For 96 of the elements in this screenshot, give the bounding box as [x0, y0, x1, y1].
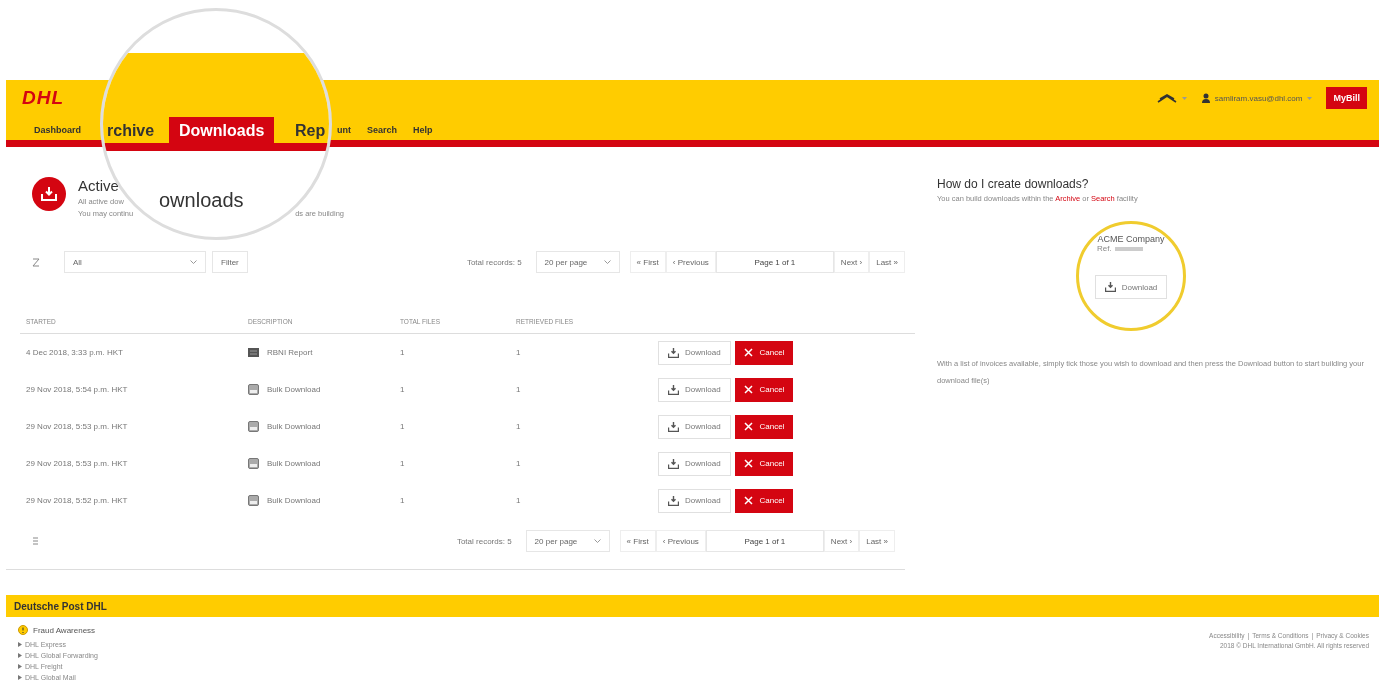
- download-button[interactable]: Download: [658, 488, 731, 513]
- retrieved-files-cell: 1: [510, 333, 652, 371]
- bullet-icon: [18, 675, 22, 680]
- started-cell-text: 29 Nov 2018, 5:53 p.m. HKT: [25, 458, 129, 470]
- retrieved-files-cell-text: 1: [515, 458, 522, 470]
- download-icon: [668, 495, 679, 506]
- nav-tab[interactable]: Downloads: [169, 117, 275, 145]
- retrieved-files-cell-text: 1: [515, 384, 522, 396]
- close-icon: [743, 459, 753, 468]
- cancel-button[interactable]: Cancel: [734, 488, 794, 513]
- page-field[interactable]: Page 1 of 1: [715, 251, 834, 273]
- archive-box-icon: [248, 384, 259, 395]
- previous-page-button[interactable]: ‹ Previous: [665, 251, 716, 273]
- user-email[interactable]: samliram.vasu@dhl.com: [1214, 93, 1303, 103]
- chevron-icon: [190, 260, 197, 264]
- cancel-button[interactable]: Cancel: [734, 340, 794, 365]
- list-icon[interactable]: [32, 537, 39, 545]
- total-files-cell-text: 1: [399, 495, 406, 507]
- caret-icon: [1307, 96, 1313, 100]
- description-cell: Bulk Download: [267, 422, 321, 431]
- started-cell-text: 29 Nov 2018, 5:54 p.m. HKT: [25, 384, 129, 396]
- download-icon: [668, 458, 679, 469]
- download-icon: [668, 421, 679, 432]
- archive-box-icon: [248, 458, 259, 469]
- description-cell: Bulk Download: [267, 385, 321, 394]
- nav-tab[interactable]: unt: [337, 125, 359, 140]
- help-title: How do I create downloads?: [937, 177, 1090, 191]
- last-page-button[interactable]: Last »: [859, 530, 895, 552]
- download-button[interactable]: Download: [658, 414, 731, 439]
- retrieved-files-cell-text: 1: [515, 495, 522, 507]
- total-files-cell-text: 1: [399, 458, 406, 470]
- nav-tab[interactable]: Help: [405, 125, 441, 140]
- download-icon: [668, 384, 679, 395]
- download-icon: [1104, 282, 1116, 292]
- description-cell: RBNI Report: [267, 348, 313, 357]
- chevron-icon: [593, 539, 601, 543]
- bullet-icon: [18, 664, 22, 669]
- total-files-cell-text: 1: [399, 384, 406, 396]
- close-icon: [743, 422, 753, 431]
- per-page-select[interactable]: 20 per page: [535, 251, 620, 273]
- total-files-cell-text: 1: [399, 421, 406, 433]
- started-cell-text: 29 Nov 2018, 5:53 p.m. HKT: [25, 421, 129, 433]
- download-icon: [668, 347, 679, 358]
- footer-brand: Deutsche Post DHL: [6, 595, 1379, 617]
- nav-tab[interactable]: Search: [359, 125, 406, 140]
- started-cell: 4 Dec 2018, 3:33 p.m. HKT: [20, 333, 242, 371]
- download-button[interactable]: Download: [658, 451, 731, 476]
- previous-page-button[interactable]: ‹ Previous: [655, 530, 706, 552]
- close-icon: [743, 385, 753, 394]
- per-page-select[interactable]: 20 per page: [525, 530, 610, 552]
- company-name: ACME Company: [1097, 234, 1165, 244]
- close-icon: [743, 348, 753, 357]
- description-cell: Bulk Download: [267, 459, 321, 468]
- nav-tab[interactable]: Rep: [285, 117, 329, 145]
- reference-label: Ref.: [1097, 244, 1112, 253]
- download-button[interactable]: Download: [658, 340, 731, 365]
- report-icon: [248, 348, 259, 357]
- warning-icon: [18, 625, 28, 635]
- chevron-icon: [603, 260, 611, 264]
- dhl-logo[interactable]: DHL: [22, 87, 65, 109]
- next-page-button[interactable]: Next ›: [823, 530, 860, 552]
- bullet-icon: [18, 653, 22, 658]
- wings-icon[interactable]: [1156, 93, 1177, 103]
- next-page-button[interactable]: Next ›: [833, 251, 870, 273]
- cancel-button[interactable]: Cancel: [734, 451, 794, 476]
- download-button[interactable]: Download: [1094, 275, 1168, 299]
- last-page-button[interactable]: Last »: [869, 251, 905, 273]
- fraud-awareness-link[interactable]: Fraud Awareness: [33, 625, 96, 635]
- archive-box-icon: [248, 421, 259, 432]
- cancel-button[interactable]: Cancel: [734, 414, 794, 439]
- description-cell: Bulk Download: [267, 496, 321, 505]
- filter-button[interactable]: Filter: [212, 251, 248, 273]
- archive-box-icon: [248, 495, 259, 506]
- download-button[interactable]: Download: [658, 377, 731, 402]
- page-title: ownloads: [159, 189, 244, 212]
- nav-tab[interactable]: Dashboard: [26, 125, 89, 140]
- download-badge-icon: [32, 177, 66, 211]
- cancel-button[interactable]: Cancel: [734, 377, 794, 402]
- sort-icon[interactable]: [32, 257, 40, 267]
- nav-tab[interactable]: rchive: [103, 117, 165, 145]
- blurred-reference: [1114, 246, 1143, 251]
- bullet-icon: [18, 642, 22, 647]
- first-page-button[interactable]: « First: [619, 530, 656, 552]
- started-cell-text: 29 Nov 2018, 5:52 p.m. HKT: [25, 495, 129, 507]
- mybill-button[interactable]: MyBill: [1326, 87, 1367, 109]
- close-icon: [743, 496, 753, 505]
- person-icon: [1201, 93, 1210, 103]
- page-field[interactable]: Page 1 of 1: [705, 530, 824, 552]
- total-files-cell: 1: [394, 333, 510, 371]
- caret-icon: [1181, 96, 1187, 100]
- first-page-button[interactable]: « First: [629, 251, 666, 273]
- filter-select[interactable]: All: [64, 251, 206, 273]
- total-records: Total records: 5: [456, 536, 512, 546]
- page-title: Active: [78, 177, 119, 194]
- retrieved-files-cell-text: 1: [515, 421, 522, 433]
- total-records: Total records: 5: [466, 257, 522, 267]
